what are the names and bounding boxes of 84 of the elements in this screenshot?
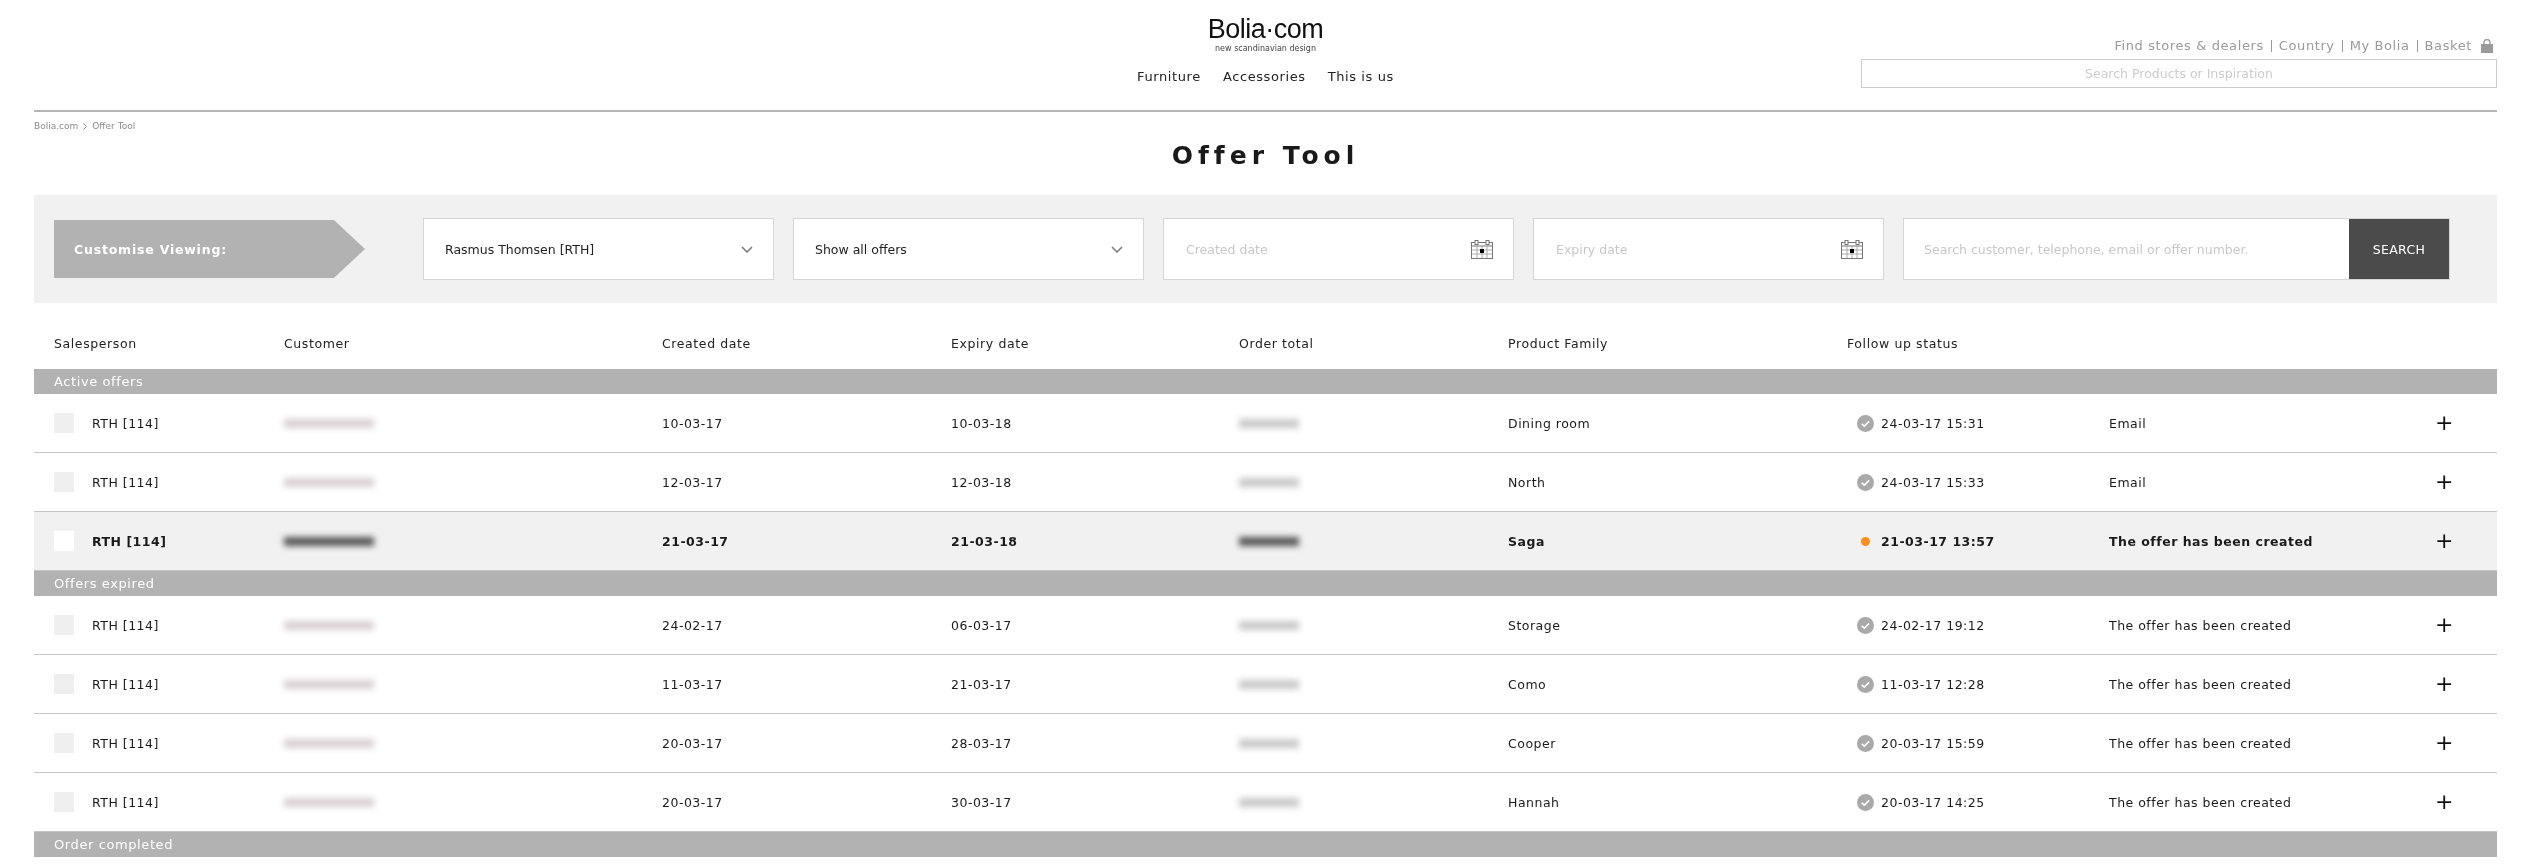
group-header: Active offers: [34, 369, 2497, 394]
table-cell: RTH [114]: [92, 676, 159, 692]
table-cell: 24-03-17 15:31: [1881, 415, 1985, 431]
dropdown[interactable]: Rasmus Thomsen [RTH]: [423, 218, 774, 280]
table-cell-text: The offer has been created: [2109, 794, 2293, 810]
table-cell: 24-03-17 15:33: [1881, 474, 1985, 490]
table-cell-text: Dining room: [1508, 415, 1592, 431]
expand-button[interactable]: +: [2431, 614, 2458, 636]
blurred-text: [1239, 738, 1299, 748]
table-cell-text: 21-03-17: [662, 533, 730, 549]
table-cell-text: The offer has been created: [2109, 676, 2293, 692]
table-cell: RTH [114]: [92, 533, 167, 549]
column-header: Created date: [662, 335, 752, 351]
search-button[interactable]: SEARCH: [2349, 219, 2449, 279]
table-cell-text: 20-03-17: [662, 735, 724, 751]
table-cell-text: 21-03-17: [951, 676, 1013, 692]
table-cell-text: The offer has been created: [2109, 735, 2293, 751]
table-cell: RTH [114]: [92, 415, 159, 431]
table-cell-text: Email: [2109, 474, 2148, 490]
expand-button[interactable]: +: [2431, 412, 2458, 434]
table-cell-text: Storage: [1508, 617, 1562, 633]
calendar-icon: [1841, 239, 1863, 259]
blurred-text: [1239, 797, 1299, 807]
table-cell-text: 11-03-17: [662, 676, 724, 692]
dropdown[interactable]: Show all offers: [793, 218, 1144, 280]
table-cell-text: Como: [1508, 676, 1548, 692]
nav-link[interactable]: Furniture: [1137, 69, 1201, 84]
breadcrumb-link[interactable]: Offer Tool: [92, 121, 136, 131]
table-cell-text: 10-03-17: [662, 415, 724, 431]
calendar-icon: [1471, 239, 1493, 259]
table-cell: 11-03-17 12:28: [1881, 676, 1985, 692]
table-cell-text: Cooper: [1508, 735, 1557, 751]
table-cell: 20-03-17 15:59: [1881, 735, 1985, 751]
nav-link[interactable]: This is us: [1327, 69, 1394, 84]
expand-button[interactable]: +: [2431, 530, 2458, 552]
table-cell: 20-03-17 14:25: [1881, 794, 1985, 810]
table-cell-text: 24-02-17: [662, 617, 724, 633]
table-cell-text: Email: [2109, 415, 2148, 431]
table-cell: RTH [114]: [92, 794, 159, 810]
table-cell-text: Saga: [1508, 533, 1546, 549]
table-cell-text: 30-03-17: [951, 794, 1013, 810]
chevron-right-icon: [83, 122, 88, 130]
group-header: Offers expired: [34, 571, 2497, 596]
expand-button[interactable]: +: [2431, 673, 2458, 695]
blurred-text: [1239, 536, 1299, 546]
page-title: Offer Tool: [1170, 141, 1361, 171]
group-header: Order completed: [34, 832, 2497, 857]
table-cell-text: Hannah: [1508, 794, 1561, 810]
table-cell: RTH [114]: [92, 735, 159, 751]
logo[interactable]: Bolia·com: [1207, 14, 1324, 44]
tagline: new scandinavian design: [1215, 44, 1316, 54]
table-cell: 24-02-17 19:12: [1881, 617, 1985, 633]
blurred-text: [1239, 418, 1299, 428]
column-header: Order total: [1239, 335, 1315, 351]
blurred-text: [1239, 679, 1299, 689]
blurred-text: [1239, 477, 1299, 487]
column-header: Salesperson: [54, 335, 138, 351]
table-cell-text: 20-03-17: [662, 794, 724, 810]
table-cell-text: 28-03-17: [951, 735, 1013, 751]
chevron-down-icon: [741, 245, 753, 253]
expand-button[interactable]: +: [2431, 732, 2458, 754]
column-header: Follow up status: [1847, 335, 1960, 351]
table-cell: RTH [114]: [92, 617, 159, 633]
basket-icon: [2481, 38, 2493, 53]
breadcrumb-link[interactable]: Bolia.com: [34, 121, 79, 131]
blurred-text: [1239, 620, 1299, 630]
table-cell-text: North: [1508, 474, 1547, 490]
column-header: Product Family: [1508, 335, 1610, 351]
table-cell-text: 06-03-17: [951, 617, 1013, 633]
expand-button[interactable]: +: [2431, 471, 2458, 493]
table-cell-text: 12-03-18: [951, 474, 1013, 490]
table-cell: RTH [114]: [92, 474, 159, 490]
table-cell-text: 21-03-18: [951, 533, 1019, 549]
table-cell-text: The offer has been created: [2109, 533, 2314, 549]
filter-label: Customise Viewing:: [54, 220, 365, 278]
chevron-down-icon: [1111, 245, 1123, 253]
table-cell-text: 10-03-18: [951, 415, 1013, 431]
table-cell-text: The offer has been created: [2109, 617, 2293, 633]
table-cell: 21-03-17 13:57: [1881, 533, 1995, 549]
table-cell-text: 12-03-17: [662, 474, 724, 490]
nav-link[interactable]: Accessories: [1222, 69, 1306, 84]
column-header: Customer: [284, 335, 351, 351]
column-header: Expiry date: [951, 335, 1030, 351]
expand-button[interactable]: +: [2431, 791, 2458, 813]
